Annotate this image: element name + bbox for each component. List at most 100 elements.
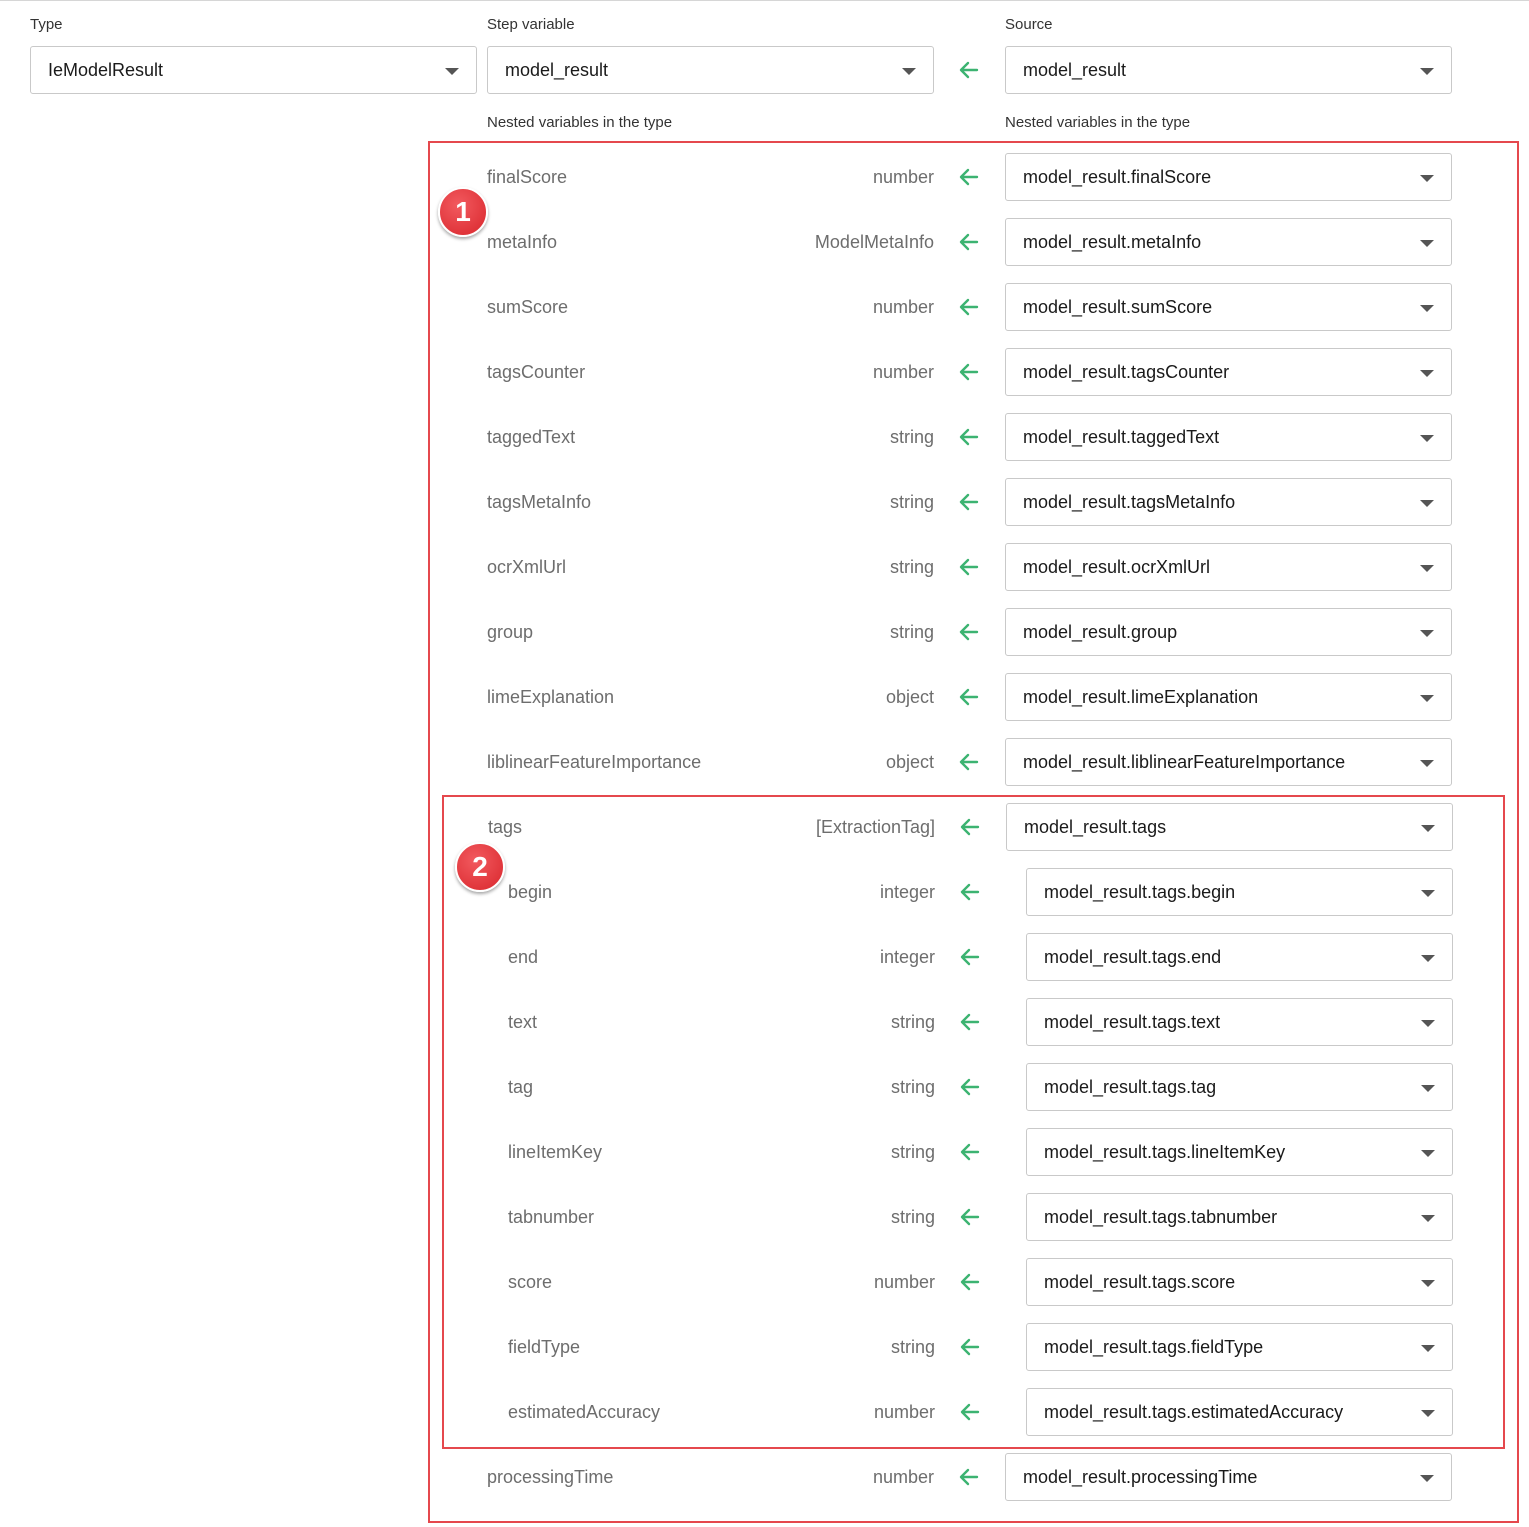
arrow-left-icon — [959, 558, 979, 576]
variable-name: tags — [488, 817, 523, 837]
variable-name: begin — [508, 882, 553, 902]
arrow-left-icon — [959, 428, 979, 446]
variable-name: lineItemKey — [508, 1142, 603, 1162]
source-mapping-value: model_result.tags.tag — [1044, 1077, 1217, 1097]
variable-name: sumScore — [487, 297, 569, 317]
chevron-down-icon — [902, 68, 916, 75]
source-mapping-select[interactable]: model_result.processingTime — [1005, 1453, 1452, 1501]
chevron-down-icon — [1420, 1475, 1434, 1482]
source-mapping-value: model_result.tags.begin — [1044, 882, 1236, 902]
source-mapping-value: model_result.tags.fieldType — [1044, 1337, 1264, 1357]
arrow-left-icon — [960, 1338, 980, 1356]
source-mapping-value: model_result.tagsMetaInfo — [1023, 492, 1236, 512]
variable-name: metaInfo — [487, 232, 558, 252]
variable-type: number — [872, 362, 934, 382]
chevron-down-icon — [1420, 500, 1434, 507]
source-mapping-value: model_result.liblinearFeatureImportance — [1023, 752, 1346, 772]
chevron-down-icon — [1421, 1410, 1435, 1417]
step-variable-select[interactable]: model_result — [487, 46, 934, 94]
source-mapping-select[interactable]: model_result.tags.fieldType — [1026, 1323, 1453, 1371]
source-mapping-select[interactable]: model_result.tags.estimatedAccuracy — [1026, 1388, 1453, 1436]
variable-type: integer — [879, 947, 935, 967]
variable-name: tag — [508, 1077, 534, 1097]
chevron-down-icon — [1420, 760, 1434, 767]
arrow-left-icon — [959, 1468, 979, 1486]
source-mapping-select[interactable]: model_result.finalScore — [1005, 153, 1452, 201]
chevron-down-icon — [1421, 1280, 1435, 1287]
chevron-down-icon — [1421, 1215, 1435, 1222]
nested-variables-header-right: Nested variables in the type — [1005, 114, 1191, 131]
source-select[interactable]: model_result — [1005, 46, 1452, 94]
chevron-down-icon — [1421, 1345, 1435, 1352]
variable-name: group — [487, 622, 534, 642]
chevron-down-icon — [1420, 695, 1434, 702]
arrow-left-icon — [959, 493, 979, 511]
source-mapping-select[interactable]: model_result.ocrXmlUrl — [1005, 543, 1452, 591]
source-mapping-select[interactable]: model_result.tags.end — [1026, 933, 1453, 981]
chevron-down-icon — [1420, 435, 1434, 442]
source-mapping-value: model_result.tags.text — [1044, 1012, 1221, 1032]
variable-name: tagsMetaInfo — [487, 492, 592, 512]
arrow-left-icon — [959, 61, 979, 79]
chevron-down-icon — [1421, 890, 1435, 897]
source-mapping-value: model_result.tags — [1024, 817, 1167, 837]
source-mapping-select[interactable]: model_result.limeExplanation — [1005, 673, 1452, 721]
source-mapping-value: model_result.sumScore — [1023, 297, 1213, 317]
variable-type: string — [889, 557, 934, 577]
source-mapping-select[interactable]: model_result.tags — [1006, 803, 1453, 851]
variable-type: number — [872, 1467, 934, 1487]
variable-name: text — [508, 1012, 538, 1032]
chevron-down-icon — [1420, 370, 1434, 377]
source-mapping-select[interactable]: model_result.tagsCounter — [1005, 348, 1452, 396]
chevron-down-icon — [445, 68, 459, 75]
arrow-left-icon — [960, 1143, 980, 1161]
arrow-left-icon — [960, 883, 980, 901]
source-mapping-select[interactable]: model_result.metaInfo — [1005, 218, 1452, 266]
variable-type: number — [873, 1272, 935, 1292]
source-mapping-select[interactable]: model_result.tags.tag — [1026, 1063, 1453, 1111]
arrow-left-icon — [960, 818, 980, 836]
source-mapping-select[interactable]: model_result.sumScore — [1005, 283, 1452, 331]
top-divider — [0, 0, 1529, 1]
chevron-down-icon — [1420, 305, 1434, 312]
source-header: Source — [1005, 16, 1053, 33]
type-header: Type — [30, 16, 63, 33]
source-mapping-select[interactable]: model_result.tags.lineItemKey — [1026, 1128, 1453, 1176]
source-mapping-value: model_result.tags.lineItemKey — [1044, 1142, 1286, 1162]
variable-type: number — [872, 297, 934, 317]
source-mapping-select[interactable]: model_result.tags.score — [1026, 1258, 1453, 1306]
callout-badge-2: 2 — [455, 842, 505, 892]
variable-name: estimatedAccuracy — [508, 1402, 661, 1422]
arrow-left-icon — [960, 1273, 980, 1291]
chevron-down-icon — [1421, 1085, 1435, 1092]
source-mapping-select[interactable]: model_result.tags.text — [1026, 998, 1453, 1046]
source-mapping-select[interactable]: model_result.liblinearFeatureImportance — [1005, 738, 1452, 786]
variable-name: fieldType — [508, 1337, 581, 1357]
source-mapping-select[interactable]: model_result.taggedText — [1005, 413, 1452, 461]
source-mapping-value: model_result.tags.estimatedAccuracy — [1044, 1402, 1344, 1422]
variable-name: finalScore — [487, 167, 568, 187]
chevron-down-icon — [1421, 1150, 1435, 1157]
variable-name: processingTime — [487, 1467, 614, 1487]
variable-type: string — [889, 622, 934, 642]
variable-type: string — [889, 427, 934, 447]
chevron-down-icon — [1420, 175, 1434, 182]
arrow-left-icon — [960, 1403, 980, 1421]
variable-type: object — [885, 687, 934, 707]
arrow-left-icon — [960, 948, 980, 966]
variable-name: liblinearFeatureImportance — [487, 752, 702, 772]
chevron-down-icon — [1420, 630, 1434, 637]
variable-name: limeExplanation — [487, 687, 615, 707]
source-mapping-select[interactable]: model_result.tagsMetaInfo — [1005, 478, 1452, 526]
variable-type: [ExtractionTag] — [815, 817, 935, 837]
source-mapping-select[interactable]: model_result.group — [1005, 608, 1452, 656]
type-select[interactable]: IeModelResult — [30, 46, 477, 94]
variable-type: string — [889, 492, 934, 512]
variable-name: ocrXmlUrl — [487, 557, 566, 577]
source-mapping-select[interactable]: model_result.tags.tabnumber — [1026, 1193, 1453, 1241]
chevron-down-icon — [1420, 240, 1434, 247]
chevron-down-icon — [1420, 68, 1434, 75]
variable-type: string — [890, 1337, 935, 1357]
source-mapping-value: model_result.ocrXmlUrl — [1023, 557, 1211, 577]
source-mapping-select[interactable]: model_result.tags.begin — [1026, 868, 1453, 916]
